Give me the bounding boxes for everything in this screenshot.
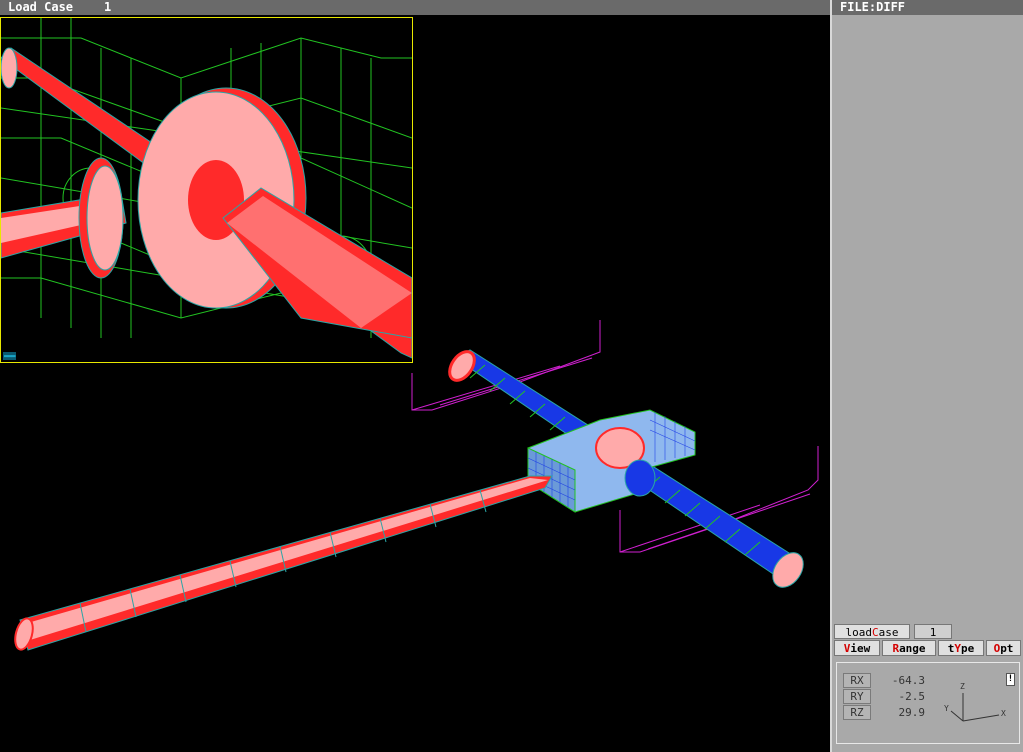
load-case-title: Load Case [8, 0, 74, 14]
menu-type-hotkey: Y [954, 642, 961, 655]
main-shaft [14, 475, 553, 651]
rotation-panel: RX -64.3 RY -2.5 RZ 29.9 ! Z Y X [836, 662, 1020, 744]
rz-value: 29.9 [898, 706, 926, 719]
rx-label[interactable]: RX [843, 673, 871, 688]
load-case-number: 1 [104, 0, 112, 14]
rz-label[interactable]: RZ [843, 705, 871, 720]
menu-view-label: iew [850, 642, 871, 655]
axis-triad: Z Y X [941, 679, 1017, 743]
menu-opt-button[interactable]: Opt [986, 640, 1021, 656]
load-case-button[interactable]: loadCase [834, 624, 910, 639]
menu-view-button[interactable]: View [834, 640, 880, 656]
file-name-label: FILE:DIFF [840, 0, 906, 14]
zoom-inset-render [1, 18, 412, 359]
rx-value: -64.3 [891, 674, 925, 687]
view-title-bar: Load Case 1 [0, 0, 830, 15]
menu-opt-label: pt [1000, 642, 1014, 655]
rotation-rz-row: RZ 29.9 [843, 705, 943, 720]
menu-bar: View Range tYpe Opt [832, 640, 1023, 656]
file-title-bar: FILE:DIFF [832, 0, 1023, 15]
axis-y-label: Y [944, 704, 949, 713]
model-viewport[interactable]: ▬▬▬ [0, 15, 830, 752]
inset-scale-tag: ▬▬▬ [3, 352, 17, 360]
axis-z-label: Z [960, 682, 965, 691]
load-case-button-label: loadCase [845, 626, 899, 639]
menu-type-label: pe [961, 642, 975, 655]
inset-left-shaft [1, 157, 127, 279]
support-frame-upper [411, 320, 601, 411]
axis-x-label: X [1001, 709, 1006, 718]
menu-type-button[interactable]: tYpe [938, 640, 984, 656]
rotation-ry-row: RY -2.5 [843, 689, 943, 704]
zoom-inset-view[interactable]: ▬▬▬ [0, 17, 413, 363]
load-case-row: loadCase 1 [832, 624, 1023, 639]
menu-range-label: ange [899, 642, 926, 655]
menu-range-button[interactable]: Range [882, 640, 936, 656]
ry-label[interactable]: RY [843, 689, 871, 704]
rotation-rx-row: RX -64.3 [843, 673, 943, 688]
ry-value: -2.5 [898, 690, 926, 703]
load-case-value[interactable]: 1 [914, 624, 952, 639]
